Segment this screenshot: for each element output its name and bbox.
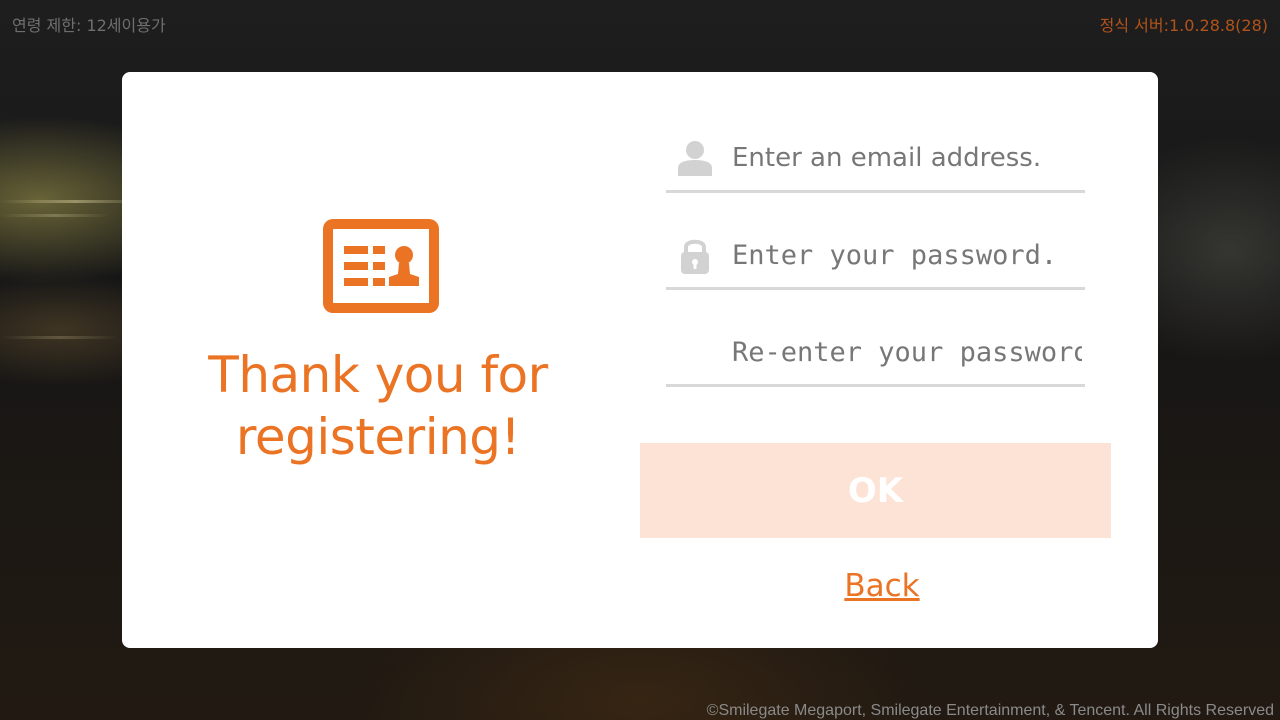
server-version-label: 정식 서버:1.0.28.8(28) — [1099, 16, 1268, 35]
email-input[interactable] — [732, 138, 1082, 178]
password-input[interactable] — [732, 235, 1082, 275]
password-field-row — [666, 225, 1085, 290]
back-link[interactable]: Back — [782, 568, 982, 604]
confirm-password-field-row — [666, 322, 1085, 387]
ok-button[interactable]: OK — [640, 443, 1111, 538]
email-field-row — [666, 128, 1085, 193]
registration-complete-dialog: Thank you for registering! OK Back — [122, 72, 1158, 648]
user-icon — [678, 141, 712, 176]
age-rating-label: 연령 제한: 12세이용가 — [12, 16, 166, 35]
lock-icon — [681, 239, 709, 274]
confirm-password-input[interactable] — [732, 332, 1082, 372]
registration-card-icon — [323, 219, 439, 313]
thank-you-message: Thank you for registering! — [208, 346, 548, 466]
copyright-notice: ©Smilegate Megaport, Smilegate Entertain… — [706, 702, 1274, 719]
